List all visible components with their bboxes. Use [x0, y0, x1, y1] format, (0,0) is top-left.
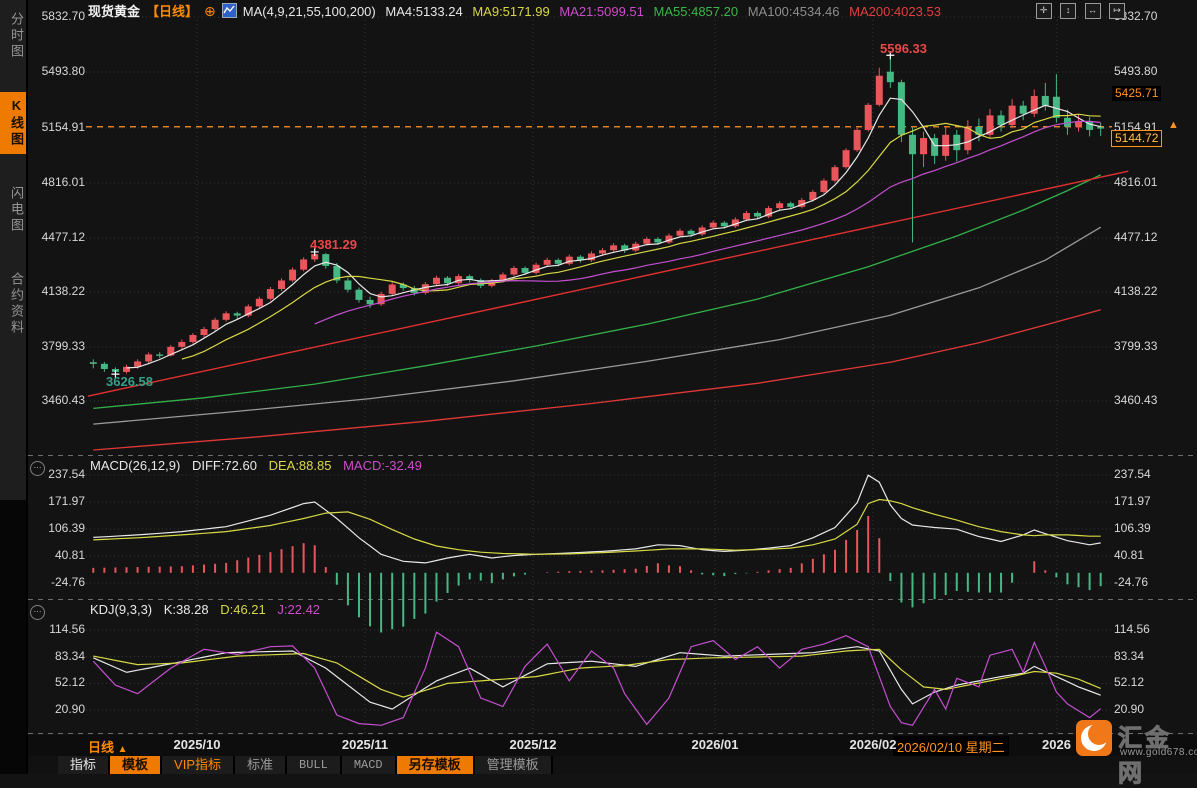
sidebar-tab-contract-info[interactable]: 合约资料	[0, 266, 26, 342]
axis-label: 4138.22	[1114, 284, 1158, 298]
macd-settings-icon[interactable]: ⋯	[30, 461, 45, 476]
kdj-k-value: K:38.28	[163, 602, 209, 617]
axis-label: 52.12	[54, 675, 85, 690]
period-tag[interactable]: 【日线】	[146, 4, 198, 19]
month-label: 2026/02	[849, 737, 897, 752]
sidebar-tab-kline[interactable]: K线图	[0, 92, 26, 154]
axis-label: 3460.43	[1114, 393, 1158, 407]
axis-label: 4477.12	[1114, 230, 1158, 244]
pan-right-icon[interactable]: ↦	[1109, 3, 1125, 19]
axis-label: 106.39	[1114, 521, 1151, 535]
annotation-oct-low: 3626.58	[106, 374, 153, 389]
logo-icon	[1076, 720, 1112, 756]
current-date-label: 2026/02/10 星期二	[893, 736, 1009, 757]
axis-label: 114.56	[1114, 622, 1150, 636]
symbol-title: 现货黄金	[88, 4, 141, 19]
candlestick-chart[interactable]: MACD(26,12,9) DIFF:72.60 DEA:88.85 MACD:…	[28, 0, 1197, 735]
axis-label: 237.54	[1114, 467, 1151, 481]
toolbar-template-button[interactable]: 模板	[110, 756, 163, 774]
macd-title[interactable]: MACD(26,12,9)	[90, 458, 180, 473]
axis-marker-last-price: 5144.72	[1111, 130, 1163, 147]
ma21-value: MA21:5099.51	[559, 4, 644, 19]
annotation-period-high: 5596.33	[880, 41, 927, 56]
axis-label: 5493.80	[1114, 64, 1158, 78]
axis-label: 106.39	[48, 521, 85, 535]
axis-label: 83.34	[54, 648, 85, 663]
site-logo: 汇金网 www.gold678.com	[1076, 716, 1197, 788]
axis-label: 20.90	[54, 702, 85, 716]
kdj-j-value: J:22.42	[277, 602, 321, 617]
kdj-header: KDJ(9,3,3) K:38.28 D:46.21 J:22.42	[90, 602, 328, 617]
macd-header: MACD(26,12,9) DIFF:72.60 DEA:88.85 MACD:…	[90, 458, 430, 473]
axis-marker-high: 5425.71	[1112, 86, 1162, 101]
month-label: 2026/01	[691, 737, 739, 752]
add-indicator-icon[interactable]: ⊕	[204, 3, 216, 19]
ma4-value: MA4:5133.24	[385, 4, 463, 19]
axis-label: 4816.01	[1114, 175, 1158, 189]
horizontal-scale-icon[interactable]: ↔	[1084, 3, 1101, 19]
chart-tool-icons: ✛ ↕ ↔ ↦	[1032, 3, 1125, 21]
macd-diff-value: DIFF:72.60	[191, 458, 257, 473]
kdj-d-value: D:46.21	[220, 602, 266, 617]
kdj-settings-icon[interactable]: ⋯	[30, 605, 45, 620]
ma200-value: MA200:4023.53	[849, 4, 941, 19]
macd-value: MACD:-32.49	[343, 458, 422, 473]
toolbar-indicators-button[interactable]: 指标	[58, 756, 111, 774]
toolbar-manage-template-button[interactable]: 管理模板	[474, 756, 553, 774]
axis-label: 40.81	[54, 548, 85, 562]
axis-label: -24.76	[50, 575, 85, 589]
chart-header: 现货黄金 【日线】 ⊕ MA(4,9,21,55,100,200) MA4:5133.…	[88, 2, 947, 20]
axis-label: 114.56	[49, 622, 85, 636]
toolbar-save-template-button[interactable]: 另存模板	[396, 756, 475, 774]
ma100-value: MA100:4534.46	[747, 4, 840, 19]
macd-dea-value: DEA:88.85	[268, 458, 332, 473]
axis-label: 4477.12	[41, 230, 85, 244]
month-label: 2025/12	[509, 737, 557, 752]
axis-label: 40.81	[1114, 548, 1145, 562]
axis-label: 5832.70	[41, 9, 85, 23]
axis-label: 171.97	[48, 493, 85, 508]
overlay-chart-icon[interactable]	[221, 3, 237, 18]
axis-label: -24.76	[1114, 575, 1149, 589]
axis-label: 52.12	[1114, 675, 1145, 690]
sidebar: 分时图 K线图 闪电图 合约资料	[0, 0, 28, 774]
bottom-toolbar: 指标 模板 VIP指标 标准 BULL MACD 另存模板 管理模板	[28, 756, 1197, 774]
period-selector[interactable]: 日线 ▲	[88, 737, 128, 756]
toolbar-bull-button[interactable]: BULL	[287, 756, 342, 774]
month-label: 2025/11	[341, 737, 389, 752]
axis-label: 3460.43	[41, 393, 85, 407]
date-axis: 日线 ▲ 2026/02/10 星期二 2026 2025/10 2025/11 2…	[28, 735, 1197, 757]
toolbar-macd-button[interactable]: MACD	[341, 756, 397, 774]
trading-app: { "sidebar": { "items": [ {"label": "分时图…	[0, 0, 1197, 788]
axis-label: 171.97	[1114, 493, 1151, 508]
month-label: 2025/10	[173, 737, 221, 752]
ma9-value: MA9:5171.99	[472, 4, 550, 19]
axis-label: 4138.22	[41, 284, 85, 298]
ma55-value: MA55:4857.20	[653, 4, 739, 19]
kdj-title[interactable]: KDJ(9,3,3)	[90, 602, 152, 617]
ma-settings-label[interactable]: MA(4,9,21,55,100,200)	[243, 4, 376, 19]
toolbar-vip-indicators-button[interactable]: VIP指标	[162, 756, 235, 774]
sidebar-tab-timeline[interactable]: 分时图	[0, 6, 26, 66]
toolbar-standard-button[interactable]: 标准	[235, 756, 288, 774]
axis-label: 3799.33	[41, 339, 85, 353]
sidebar-tab-lightning[interactable]: 闪电图	[0, 180, 26, 240]
annotation-oct-high: 4381.29	[310, 237, 357, 252]
axis-label: 5154.91	[41, 120, 85, 134]
axis-label: 20.90	[1114, 702, 1145, 716]
axis-label: 83.34	[1114, 648, 1145, 663]
crosshair-icon[interactable]: ✛	[1035, 3, 1052, 19]
axis-label: 4816.01	[41, 175, 85, 189]
logo-url: www.gold678.com	[1120, 747, 1197, 758]
price-alert-icon[interactable]: ▲	[1168, 119, 1179, 131]
month-label-partial: 2026	[1042, 737, 1071, 752]
vertical-scale-icon[interactable]: ↕	[1060, 3, 1077, 19]
axis-label: 5493.80	[41, 64, 85, 78]
axis-label: 3799.33	[1114, 339, 1158, 353]
